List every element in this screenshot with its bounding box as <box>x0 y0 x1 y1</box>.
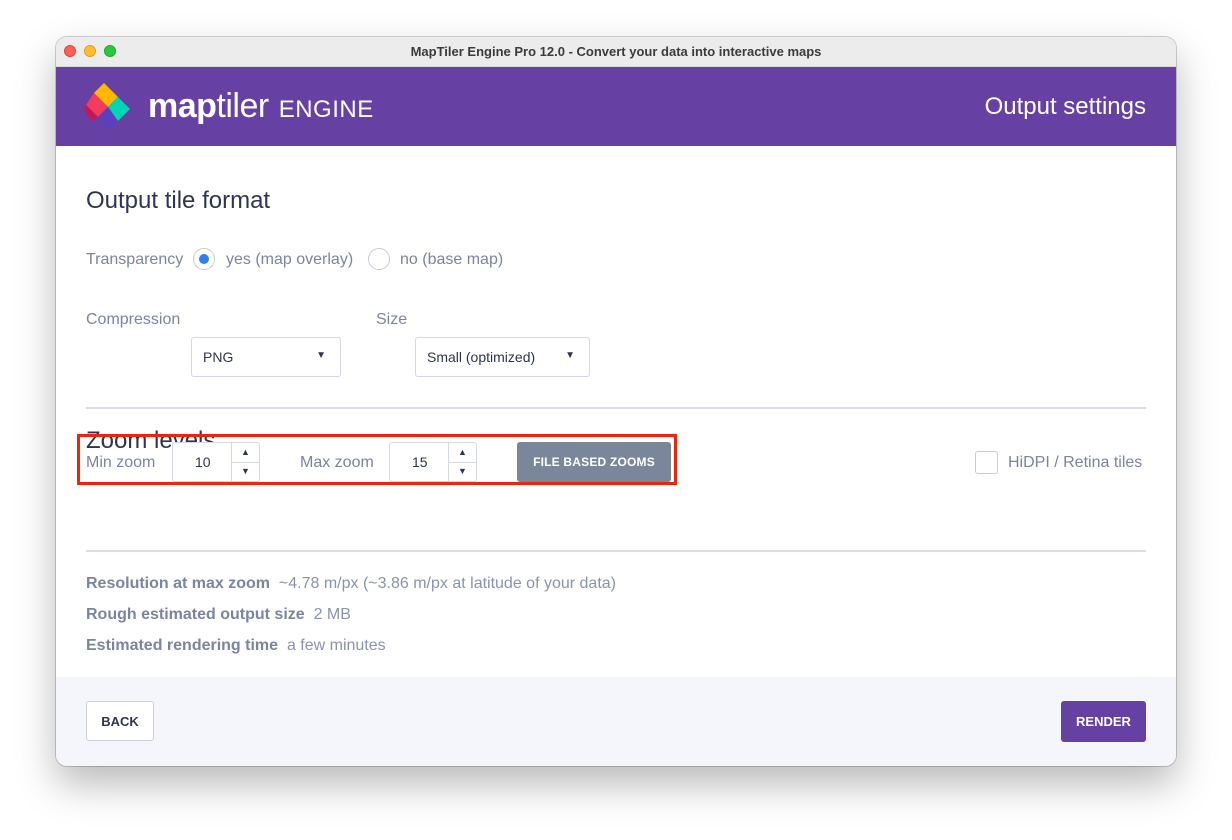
hidpi-checkbox[interactable] <box>975 451 998 474</box>
rendering-time-value: a few minutes <box>286 637 386 654</box>
zoom-window-button[interactable] <box>104 45 116 57</box>
rendering-time-label: Estimated rendering time <box>86 637 279 654</box>
maptiler-logo-icon <box>84 83 130 129</box>
compression-label: Compression <box>86 311 181 328</box>
transparency-yes-radio[interactable] <box>193 248 215 270</box>
brand-tiler-text: tiler <box>216 87 269 125</box>
main-content: Output tile format Transparency yes (map… <box>56 146 1176 677</box>
size-value: Small (optimized) <box>427 349 536 365</box>
compression-value: PNG <box>203 349 234 365</box>
rendering-time-stat: Estimated rendering time a few minutes <box>86 637 386 655</box>
window-title: MapTiler Engine Pro 12.0 - Convert your … <box>410 44 822 59</box>
footer-bar: BACK RENDER <box>56 677 1176 766</box>
transparency-no-radio[interactable] <box>368 248 390 270</box>
page-title: Output settings <box>984 93 1146 120</box>
section-divider <box>86 407 1146 409</box>
section-divider <box>86 550 1146 552</box>
brand-map-text: map <box>148 87 217 125</box>
transparency-no-label[interactable]: no (base map) <box>400 251 503 269</box>
app-window: MapTiler Engine Pro 12.0 - Convert your … <box>56 37 1176 766</box>
resolution-label: Resolution at max zoom <box>86 575 271 592</box>
chevron-down-icon: ▼ <box>316 350 326 361</box>
transparency-yes-label[interactable]: yes (map overlay) <box>226 251 353 269</box>
chevron-down-icon: ▼ <box>565 350 575 361</box>
output-size-value: 2 MB <box>313 606 351 623</box>
highlight-annotation <box>77 434 677 485</box>
hidpi-label[interactable]: HiDPI / Retina tiles <box>1008 454 1142 472</box>
brand-wordmark: maptiler ENGINE <box>148 86 374 130</box>
compression-select[interactable]: PNG ▼ <box>191 337 341 377</box>
app-header: maptiler ENGINE Output settings <box>56 67 1176 146</box>
resolution-value: ~4.78 m/px (~3.86 m/px at latitude of yo… <box>278 575 616 592</box>
transparency-label: Transparency <box>86 251 184 268</box>
output-size-stat: Rough estimated output size 2 MB <box>86 606 351 624</box>
size-label: Size <box>376 311 408 328</box>
resolution-stat: Resolution at max zoom ~4.78 m/px (~3.86… <box>86 575 616 593</box>
minimize-window-button[interactable] <box>84 45 96 57</box>
output-size-label: Rough estimated output size <box>86 606 305 623</box>
title-bar[interactable]: MapTiler Engine Pro 12.0 - Convert your … <box>56 37 1176 67</box>
size-select[interactable]: Small (optimized) ▼ <box>415 337 590 377</box>
back-button[interactable]: BACK <box>86 701 154 741</box>
render-button[interactable]: RENDER <box>1061 701 1146 742</box>
brand-engine-text: ENGINE <box>278 96 374 123</box>
output-format-title: Output tile format <box>86 187 271 214</box>
close-window-button[interactable] <box>64 45 76 57</box>
